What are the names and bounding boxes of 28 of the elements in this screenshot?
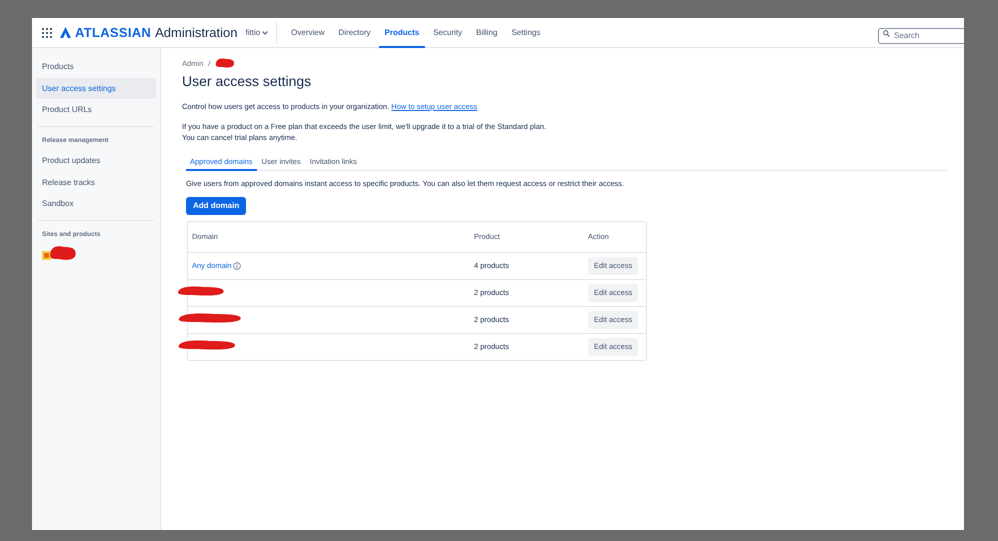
search-icon	[883, 30, 890, 36]
chevron-down-icon	[262, 30, 268, 34]
sidebar-item[interactable]: Products	[36, 56, 156, 77]
redaction-mark	[176, 338, 238, 350]
sidebar-item[interactable]: Sandbox	[36, 193, 156, 214]
logo-icon	[60, 27, 71, 38]
nav-tab[interactable]: Settings	[505, 18, 546, 48]
site-icon	[42, 251, 51, 260]
search-field[interactable]: Search	[878, 28, 964, 44]
add-domain-button[interactable]: Add domain	[186, 196, 246, 214]
nav-tab[interactable]: Billing	[470, 18, 504, 48]
product-name: Administration	[155, 25, 238, 40]
org-switcher[interactable]: fittio	[246, 22, 278, 44]
app-switcher-icon[interactable]	[42, 28, 52, 38]
nav-tab[interactable]: Directory	[332, 18, 377, 48]
nav-tab[interactable]: Products	[378, 18, 426, 48]
nav-tab[interactable]: Overview	[285, 18, 331, 48]
brand-logo: ATLASSIAN	[75, 25, 152, 40]
info-icon	[232, 262, 241, 270]
sidebar-item[interactable]: User access settings	[36, 78, 156, 98]
sidebar-item[interactable]: Product URLs	[36, 99, 156, 120]
redaction-mark	[215, 57, 236, 69]
nav-tab[interactable]: Security	[427, 18, 468, 48]
redaction-mark	[49, 244, 77, 262]
sidebar-item[interactable]: Release tracks	[36, 172, 156, 192]
sidebar-item[interactable]: Product updates	[36, 150, 156, 171]
redaction-mark	[176, 284, 226, 296]
page-title: User access settings	[182, 73, 312, 89]
